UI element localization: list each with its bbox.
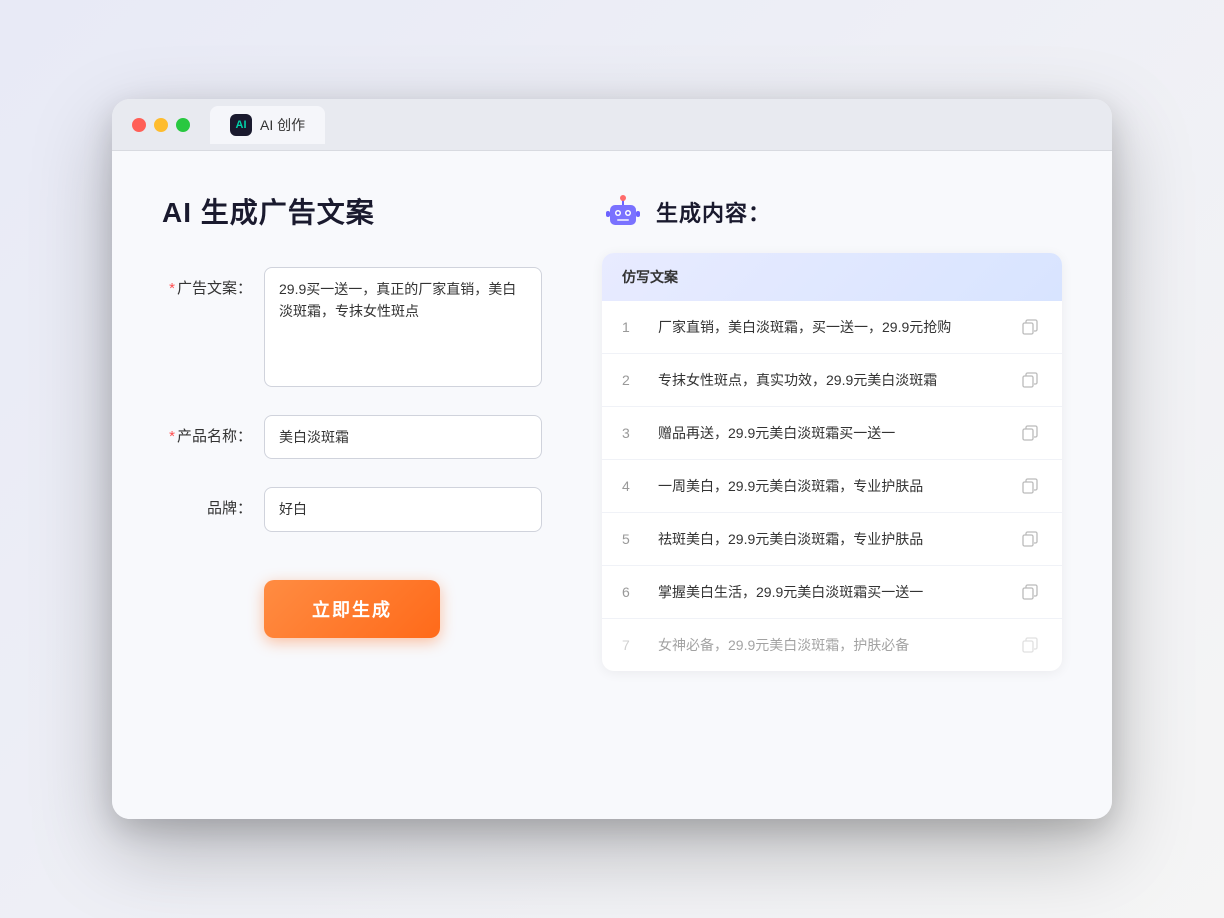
table-row: 2 专抹女性斑点，真实功效，29.9元美白淡斑霜	[602, 354, 1062, 407]
page-title: AI 生成广告文案	[162, 191, 542, 231]
row-text: 掌握美白生活，29.9元美白淡斑霜买一送一	[658, 582, 1002, 603]
copy-icon[interactable]	[1018, 368, 1042, 392]
ai-tab[interactable]: AI AI 创作	[210, 106, 325, 144]
minimize-button[interactable]	[154, 118, 168, 132]
tab-label: AI 创作	[260, 115, 305, 135]
row-text: 一周美白，29.9元美白淡斑霜，专业护肤品	[658, 476, 1002, 497]
row-number: 5	[622, 531, 642, 547]
row-text: 女神必备，29.9元美白淡斑霜，护肤必备	[658, 635, 1002, 656]
close-button[interactable]	[132, 118, 146, 132]
row-text: 专抹女性斑点，真实功效，29.9元美白淡斑霜	[658, 370, 1002, 391]
brand-group: 品牌：	[162, 487, 542, 531]
table-header: 仿写文案	[602, 253, 1062, 301]
result-table: 仿写文案 1 厂家直销，美白淡斑霜，买一送一，29.9元抢购 2 专抹女性斑点，真实…	[602, 253, 1062, 671]
title-bar: AI AI 创作	[112, 99, 1112, 151]
content-area: AI 生成广告文案 *广告文案： *产品名称： 品牌： 立	[112, 151, 1112, 819]
maximize-button[interactable]	[176, 118, 190, 132]
copy-icon[interactable]	[1018, 527, 1042, 551]
ad-copy-group: *广告文案：	[162, 267, 542, 387]
ad-copy-input[interactable]	[264, 267, 542, 387]
generate-button[interactable]: 立即生成	[264, 580, 440, 638]
ai-tab-icon: AI	[230, 114, 252, 136]
required-star: *	[169, 280, 175, 297]
table-row: 6 掌握美白生活，29.9元美白淡斑霜买一送一	[602, 566, 1062, 619]
traffic-lights	[132, 118, 190, 132]
row-number: 1	[622, 319, 642, 335]
required-star-2: *	[169, 428, 175, 445]
row-text: 厂家直销，美白淡斑霜，买一送一，29.9元抢购	[658, 317, 1002, 338]
copy-icon[interactable]	[1018, 474, 1042, 498]
copy-icon[interactable]	[1018, 421, 1042, 445]
row-number: 2	[622, 372, 642, 388]
product-name-label: *产品名称：	[162, 415, 252, 446]
brand-label: 品牌：	[162, 487, 252, 518]
result-title: 生成内容：	[656, 196, 771, 228]
browser-window: AI AI 创作 AI 生成广告文案 *广告文案： *产品名称：	[112, 99, 1112, 819]
result-header: 生成内容：	[602, 191, 1062, 233]
copy-icon[interactable]	[1018, 633, 1042, 657]
row-number: 3	[622, 425, 642, 441]
robot-icon	[602, 191, 644, 233]
table-row: 7 女神必备，29.9元美白淡斑霜，护肤必备	[602, 619, 1062, 671]
left-panel: AI 生成广告文案 *广告文案： *产品名称： 品牌： 立	[162, 191, 542, 779]
ad-copy-label: *广告文案：	[162, 267, 252, 298]
brand-input[interactable]	[264, 487, 542, 531]
row-number: 4	[622, 478, 642, 494]
table-row: 1 厂家直销，美白淡斑霜，买一送一，29.9元抢购	[602, 301, 1062, 354]
table-row: 3 赠品再送，29.9元美白淡斑霜买一送一	[602, 407, 1062, 460]
product-name-group: *产品名称：	[162, 415, 542, 459]
row-number: 6	[622, 584, 642, 600]
table-row: 5 祛斑美白，29.9元美白淡斑霜，专业护肤品	[602, 513, 1062, 566]
table-row: 4 一周美白，29.9元美白淡斑霜，专业护肤品	[602, 460, 1062, 513]
row-text: 祛斑美白，29.9元美白淡斑霜，专业护肤品	[658, 529, 1002, 550]
row-number: 7	[622, 637, 642, 653]
copy-icon[interactable]	[1018, 315, 1042, 339]
right-panel: 生成内容： 仿写文案 1 厂家直销，美白淡斑霜，买一送一，29.9元抢购 2 专抹女…	[602, 191, 1062, 779]
row-text: 赠品再送，29.9元美白淡斑霜买一送一	[658, 423, 1002, 444]
product-name-input[interactable]	[264, 415, 542, 459]
copy-icon[interactable]	[1018, 580, 1042, 604]
